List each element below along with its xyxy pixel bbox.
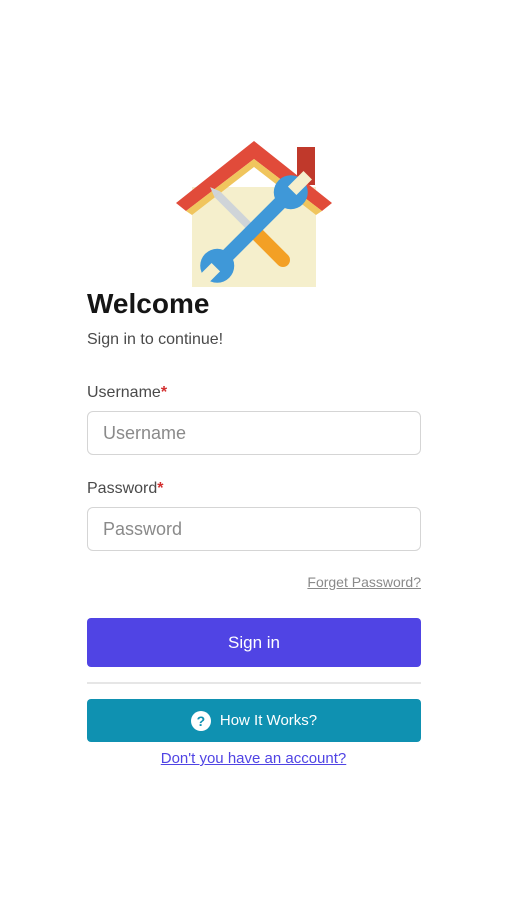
how-it-works-label: How It Works? (219, 712, 318, 729)
page-subtitle: Sign in to continue! (87, 331, 224, 348)
question-circle-icon: ? (190, 710, 211, 731)
username-input[interactable] (87, 411, 421, 455)
app-logo (174, 129, 334, 287)
divider (87, 682, 421, 684)
username-label-text: Username (87, 384, 161, 401)
house-tools-icon (176, 141, 332, 287)
page-title: Welcome (87, 288, 210, 319)
how-it-works-button[interactable]: ? How It Works? (87, 699, 421, 742)
password-label-text: Password (87, 480, 158, 497)
password-label: Password* (87, 480, 163, 498)
username-label: Username* (87, 384, 167, 402)
sign-in-button[interactable]: Sign in (87, 618, 421, 667)
required-marker: * (160, 384, 168, 401)
password-input[interactable] (87, 507, 421, 551)
forgot-password-link[interactable]: Forget Password? (307, 574, 421, 590)
signup-link[interactable]: Don't you have an account? (0, 750, 507, 767)
required-marker: * (157, 480, 164, 497)
